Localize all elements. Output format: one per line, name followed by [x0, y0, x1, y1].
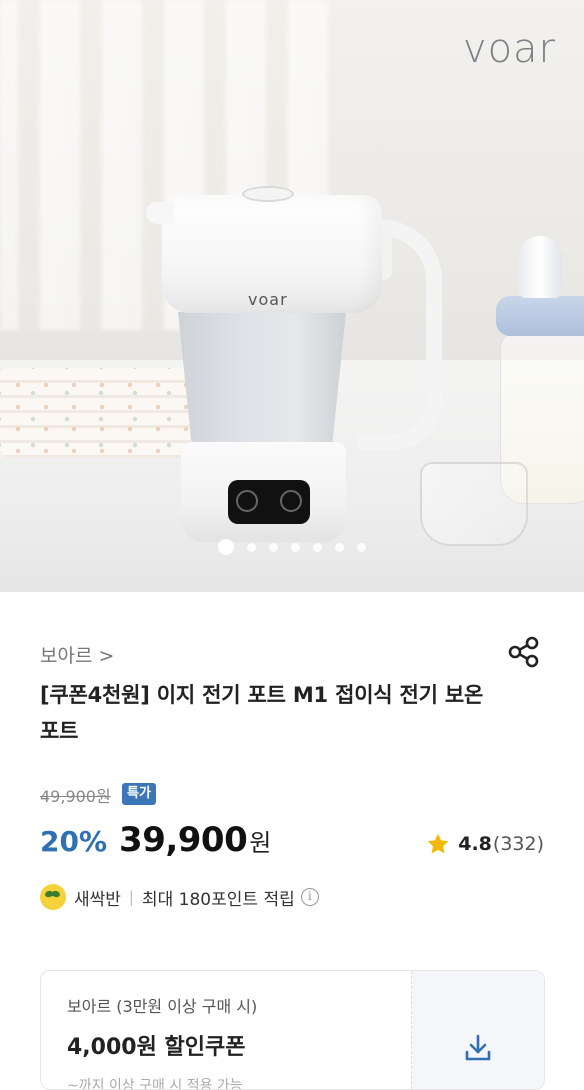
- coupon-amount: 4,000원 할인쿠폰: [67, 1035, 246, 1060]
- download-icon: [465, 1034, 491, 1061]
- coupon-subtext: ~까지 이상 구매 시 적용 가능: [67, 1078, 243, 1090]
- carousel-dot-1[interactable]: [218, 539, 234, 555]
- discount-rate: 20%: [40, 825, 108, 858]
- original-price: 49,900원: [40, 787, 111, 806]
- coupon-download-button[interactable]: [411, 971, 544, 1089]
- seller-link[interactable]: 보아르 >: [40, 641, 114, 668]
- product-image-carousel[interactable]: voar voar: [0, 0, 584, 592]
- carousel-indicator: [0, 539, 584, 555]
- sprout-icon: [40, 884, 66, 910]
- glass-cup-image: [420, 462, 528, 546]
- brand-watermark: voar: [462, 26, 556, 72]
- kettle-image: voar: [146, 186, 442, 542]
- special-deal-badge: 특가: [122, 783, 156, 805]
- points-row: 새싹반 | 최대 180포인트 적립 i: [40, 884, 319, 910]
- member-grade: 새싹반: [74, 889, 121, 910]
- carousel-dot-6[interactable]: [335, 543, 344, 552]
- star-icon: [427, 833, 449, 854]
- price-unit: 원: [249, 829, 272, 857]
- coupon-details: 보아르 (3만원 이상 구매 시) 4,000원 할인쿠폰 ~까지 이상 구매 …: [41, 971, 413, 1089]
- product-title: [쿠폰4천원] 이지 전기 포트 M1 접이식 전기 보온 포트: [40, 683, 484, 743]
- sale-price: 39,900: [119, 820, 248, 860]
- review-count: (332): [492, 833, 544, 855]
- points-separator: |: [128, 888, 134, 906]
- carousel-dot-3[interactable]: [269, 543, 278, 552]
- rating-score: 4.8: [458, 833, 492, 855]
- share-icon[interactable]: [507, 636, 541, 668]
- coupon-card[interactable]: 보아르 (3만원 이상 구매 시) 4,000원 할인쿠폰 ~까지 이상 구매 …: [40, 970, 545, 1090]
- points-text: 최대 180포인트 적립: [141, 889, 295, 910]
- price-row: 20% 39,900 원: [40, 820, 271, 860]
- coupon-condition: 보아르 (3만원 이상 구매 시): [67, 997, 258, 1016]
- info-icon[interactable]: i: [300, 888, 319, 906]
- carousel-dot-7[interactable]: [357, 543, 366, 552]
- rating-summary[interactable]: 4.8 (332): [426, 832, 544, 856]
- kettle-control-panel: [228, 480, 310, 524]
- kettle-logo: voar: [248, 290, 288, 309]
- carousel-dot-5[interactable]: [313, 543, 322, 552]
- carousel-dot-2[interactable]: [247, 543, 256, 552]
- carousel-dot-4[interactable]: [291, 543, 300, 552]
